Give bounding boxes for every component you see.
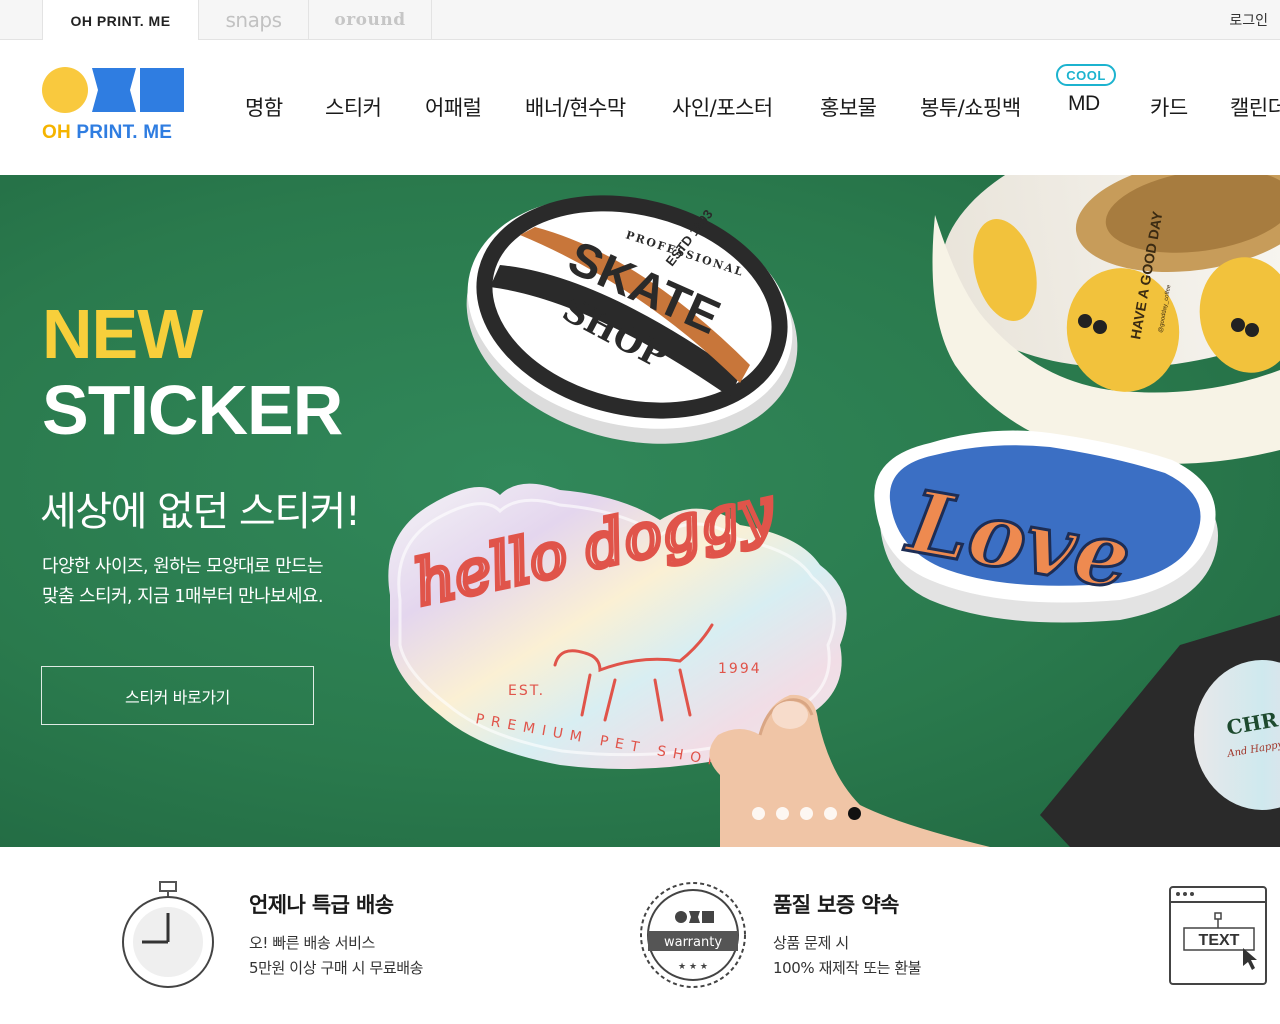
login-link[interactable]: 로그인 xyxy=(1229,10,1268,30)
text-editor-icon: TEXT xyxy=(1169,886,1267,985)
sticker-roll: HAVE A GOOD DAY @goodday_coffee xyxy=(932,175,1280,464)
warranty-seal-text: warranty xyxy=(664,935,722,950)
logo-mark-icon xyxy=(42,67,184,113)
nav-item-card[interactable]: 카드 xyxy=(1150,92,1188,122)
stopwatch-icon xyxy=(122,881,214,988)
nav-item-envelope-bag[interactable]: 봉투/쇼핑백 xyxy=(920,92,1021,122)
nav-item-calendar[interactable]: 캘린더 xyxy=(1230,92,1280,122)
slide-pagination xyxy=(752,807,861,820)
hero-title-sticker: STICKER xyxy=(42,371,343,449)
brand-tab-oround[interactable]: oround xyxy=(309,0,432,40)
nav-item-sign-poster[interactable]: 사인/포스터 xyxy=(672,92,773,122)
brand-tab-label: OH PRINT. ME xyxy=(70,12,171,29)
slide-dot-4[interactable] xyxy=(824,807,837,820)
nav-item-apparel[interactable]: 어패럴 xyxy=(425,92,482,122)
feature-line-1: 상품 문제 시 xyxy=(773,934,849,952)
nav-item-sticker[interactable]: 스티커 xyxy=(325,92,382,122)
md-cool-badge: COOL xyxy=(1056,64,1116,86)
nav-item-business-card[interactable]: 명함 xyxy=(245,92,283,122)
slide-dot-1[interactable] xyxy=(752,807,765,820)
brand-tab-label: oround xyxy=(334,10,406,30)
sticker-shortcut-button[interactable]: 스티커 바로가기 xyxy=(41,666,314,725)
feature-line-2: 5만원 이상 구매 시 무료배송 xyxy=(249,959,424,977)
nav-item-md[interactable]: MD xyxy=(1068,92,1100,116)
feature-warranty: warranty ★ ★ ★ 품질 보증 약속 상품 문제 시 100% 재제작… xyxy=(600,847,1140,1024)
skate-shop-sticker: SKATE SHOP PROFESSIONAL ESTD 1993 DECKS … xyxy=(466,195,798,444)
site-logo[interactable]: OH PRINT. ME xyxy=(42,67,187,147)
feature-title: 언제나 특급 배송 xyxy=(249,893,394,917)
hero-description: 다양한 사이즈, 원하는 모양대로 만드는 맞춤 스티커, 지금 1매부터 만나… xyxy=(42,552,324,612)
feature-editor: TEXT xyxy=(1140,847,1280,1024)
site-header: OH PRINT. ME 명함 스티커 어패럴 배너/현수막 사인/포스터 홍보… xyxy=(0,40,1280,175)
nav-item-promo[interactable]: 홍보물 xyxy=(820,92,877,122)
dog-est-text: EST. xyxy=(508,683,545,699)
feature-line-2: 100% 재제작 또는 환불 xyxy=(773,959,922,977)
brand-tab-ohprintme[interactable]: OH PRINT. ME xyxy=(42,0,199,41)
logo-text-oh: OH xyxy=(42,122,71,143)
brand-tab-label: snaps xyxy=(225,8,282,32)
hero-subtitle: 세상에 없던 스티커! xyxy=(40,489,361,535)
nav-item-banner[interactable]: 배너/현수막 xyxy=(525,92,626,122)
text-editor-label: TEXT xyxy=(1199,932,1240,949)
love-sticker: Love xyxy=(874,430,1218,623)
feature-title: 품질 보증 약속 xyxy=(773,893,899,917)
features-strip: 언제나 특급 배송 오! 빠른 배송 서비스 5만원 이상 구매 시 무료배송 … xyxy=(0,847,1280,1024)
logo-text: OH PRINT. ME xyxy=(42,122,172,144)
slide-dot-2[interactable] xyxy=(776,807,789,820)
logo-text-rest: PRINT. ME xyxy=(70,122,173,143)
brand-tab-bar: OH PRINT. ME snaps oround 로그인 xyxy=(0,0,1280,41)
slide-dot-3[interactable] xyxy=(800,807,813,820)
warranty-seal-icon: warranty ★ ★ ★ xyxy=(640,882,746,988)
brand-tab-snaps[interactable]: snaps xyxy=(199,0,309,40)
hero-title-new: NEW xyxy=(42,295,203,373)
hero-description-line-1: 다양한 사이즈, 원하는 모양대로 만드는 xyxy=(42,556,324,577)
svg-text:★ ★ ★: ★ ★ ★ xyxy=(678,962,708,972)
hero-description-line-2: 맞춤 스티커, 지금 1매부터 만나보세요. xyxy=(42,586,324,607)
feature-line-1: 오! 빠른 배송 서비스 xyxy=(249,934,375,952)
slide-dot-5[interactable] xyxy=(848,807,861,820)
dog-year-text: 1994 xyxy=(718,661,762,677)
notebook: CHR And Happy xyxy=(1040,615,1280,847)
feature-delivery: 언제나 특급 배송 오! 빠른 배송 서비스 5만원 이상 구매 시 무료배송 xyxy=(0,847,600,1024)
hero-banner: HAVE A GOOD DAY @goodday_coffee SKATE SH… xyxy=(0,175,1280,847)
